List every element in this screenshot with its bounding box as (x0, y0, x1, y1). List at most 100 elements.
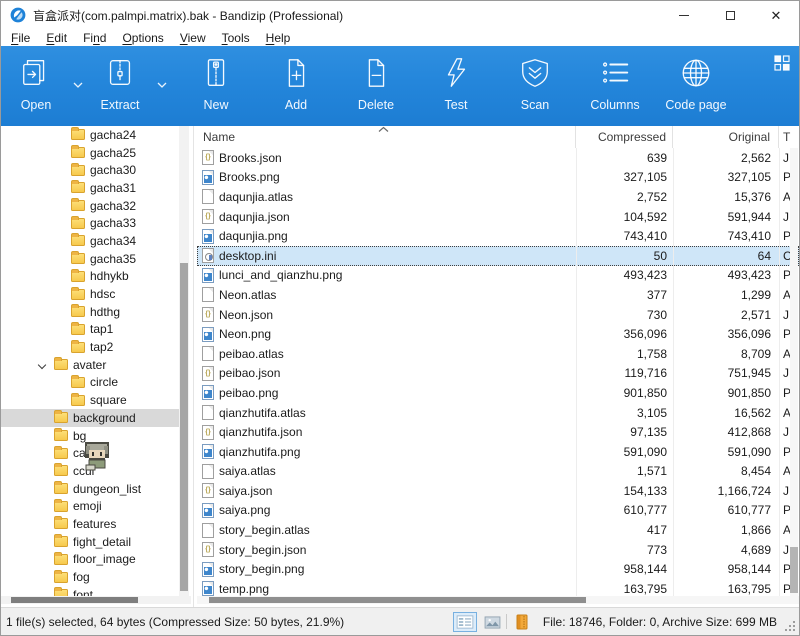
file-row-neon-png[interactable]: Neon.png356,096356,096P (197, 324, 799, 344)
menu-tools[interactable]: Tools (214, 31, 258, 45)
tree-item-dungeon-list[interactable]: dungeon_list (1, 480, 179, 498)
menu-options[interactable]: Options (114, 31, 171, 45)
toolbar-code-page-button[interactable]: Code page (651, 56, 741, 112)
sidebar-vertical-scrollbar[interactable] (179, 126, 189, 597)
file-list-horizontal-scrollbar-thumb[interactable] (209, 597, 586, 603)
sidebar-horizontal-scrollbar[interactable] (1, 596, 191, 604)
tree-item-gacha24[interactable]: gacha24 (1, 126, 179, 144)
file-row-qianzhutifa-png[interactable]: qianzhutifa.png591,090591,090P (197, 442, 799, 462)
pane-splitter[interactable] (193, 126, 194, 607)
file-row-peibao-json[interactable]: peibao.json119,716751,945J (197, 364, 799, 384)
file-row-qianzhutifa-json[interactable]: qianzhutifa.json97,135412,868J (197, 422, 799, 442)
file-row-saiya-atlas[interactable]: saiya.atlas1,5718,454A (197, 462, 799, 482)
file-row-story-begin-atlas[interactable]: story_begin.atlas4171,866A (197, 520, 799, 540)
tree-item-features[interactable]: features (1, 515, 179, 533)
tree-item-gacha25[interactable]: gacha25 (1, 144, 179, 162)
tree-item-gacha33[interactable]: gacha33 (1, 214, 179, 232)
sidebar-vertical-scrollbar-thumb[interactable] (180, 263, 188, 591)
menu-file[interactable]: File (3, 31, 38, 45)
file-row-saiya-json[interactable]: saiya.json154,1331,166,724J (197, 481, 799, 501)
column-header-compressed[interactable]: Compressed (576, 126, 673, 148)
tree-item-hdhykb[interactable]: hdhykb (1, 268, 179, 286)
tree-item-gacha32[interactable]: gacha32 (1, 197, 179, 215)
toolbar-new-button[interactable]: New (185, 56, 247, 112)
file-row-qianzhutifa-atlas[interactable]: qianzhutifa.atlas3,10516,562A (197, 403, 799, 423)
tree-item-avater[interactable]: avater (1, 356, 179, 374)
png-file-icon (202, 581, 214, 596)
json-file-icon (202, 209, 214, 224)
file-row-saiya-png[interactable]: saiya.png610,777610,777P (197, 501, 799, 521)
folder-icon (54, 412, 68, 423)
file-row-neon-atlas[interactable]: Neon.atlas3771,299A (197, 285, 799, 305)
tree-item-hdthg[interactable]: hdthg (1, 303, 179, 321)
toolbar-columns-button[interactable]: Columns (584, 56, 646, 112)
tree-item-emoji[interactable]: emoji (1, 497, 179, 515)
menu-edit[interactable]: Edit (38, 31, 75, 45)
open-dropdown-chevron-icon[interactable] (67, 82, 89, 88)
png-file-icon (202, 170, 214, 185)
tree-item-fight-detail[interactable]: fight_detail (1, 533, 179, 551)
toolbar-open-button[interactable]: Open (5, 56, 67, 112)
menu-view[interactable]: View (172, 31, 214, 45)
folder-icon (71, 377, 85, 388)
png-file-icon (202, 385, 214, 400)
file-row-story-begin-json[interactable]: story_begin.json7734,689J (197, 540, 799, 560)
tree-item-gacha30[interactable]: gacha30 (1, 161, 179, 179)
file-row-lunci-and-qianzhu-png[interactable]: lunci_and_qianzhu.png493,423493,423P (197, 266, 799, 286)
folder-icon (54, 359, 68, 370)
chevron-up-icon[interactable] (375, 126, 391, 138)
file-list: Name Compressed Original T Brooks.json63… (197, 126, 799, 607)
sidebar-horizontal-scrollbar-thumb[interactable] (11, 597, 138, 603)
tree-item-hdsc[interactable]: hdsc (1, 285, 179, 303)
toolbar-delete-button[interactable]: Delete (345, 56, 407, 112)
menu-help[interactable]: Help (258, 31, 299, 45)
file-row-desktop-ini[interactable]: desktop.ini5064C (197, 246, 799, 266)
archive-folder-icon[interactable] (512, 612, 532, 632)
tree-item-gacha35[interactable]: gacha35 (1, 250, 179, 268)
toolbar-layout-toggle-icon[interactable] (773, 54, 791, 72)
file-row-neon-json[interactable]: Neon.json7302,571J (197, 305, 799, 325)
tree-item-tap1[interactable]: tap1 (1, 321, 179, 339)
file-row-peibao-png[interactable]: peibao.png901,850901,850P (197, 383, 799, 403)
tree-item-fog[interactable]: fog (1, 568, 179, 586)
folder-name: features (73, 517, 116, 531)
file-list-horizontal-scrollbar[interactable] (197, 596, 799, 604)
toolbar-extract-button[interactable]: Extract (89, 56, 151, 112)
tree-item-gacha31[interactable]: gacha31 (1, 179, 179, 197)
file-name: qianzhutifa.json (219, 425, 302, 439)
chevron-expanded-icon[interactable] (38, 361, 46, 369)
column-header-type[interactable]: T (779, 126, 799, 148)
menu-accelerator: O (122, 31, 131, 45)
toolbar-test-button[interactable]: Test (425, 56, 487, 112)
toolbar-add-button[interactable]: Add (265, 56, 327, 112)
tree-item-floor-image[interactable]: floor_image (1, 551, 179, 569)
file-list-vertical-scrollbar[interactable] (790, 148, 798, 596)
tree-item-square[interactable]: square (1, 391, 179, 409)
file-row-story-begin-png[interactable]: story_begin.png958,144958,144P (197, 559, 799, 579)
menu-find[interactable]: Find (75, 31, 114, 45)
details-view-button[interactable] (453, 612, 477, 632)
minimize-button[interactable] (661, 1, 707, 29)
tree-item-circle[interactable]: circle (1, 374, 179, 392)
original-size: 15,376 (673, 190, 779, 204)
toolbar-scan-button[interactable]: Scan (504, 56, 566, 112)
file-row-daqunjia-json[interactable]: daqunjia.json104,592591,944J (197, 207, 799, 227)
file-row-brooks-json[interactable]: Brooks.json6392,562J (197, 148, 799, 168)
file-list-vertical-scrollbar-thumb[interactable] (790, 547, 798, 593)
original-size: 493,423 (673, 268, 779, 282)
file-row-daqunjia-atlas[interactable]: daqunjia.atlas2,75215,376A (197, 187, 799, 207)
extract-dropdown-chevron-icon[interactable] (151, 82, 173, 88)
resize-grip[interactable] (785, 621, 795, 631)
png-file-icon (202, 327, 214, 342)
tree-item-gacha34[interactable]: gacha34 (1, 232, 179, 250)
file-row-daqunjia-png[interactable]: daqunjia.png743,410743,410P (197, 226, 799, 246)
file-row-brooks-png[interactable]: Brooks.png327,105327,105P (197, 168, 799, 188)
tree-item-background[interactable]: background (1, 409, 179, 427)
tree-item-tap2[interactable]: tap2 (1, 338, 179, 356)
column-header-original[interactable]: Original (673, 126, 779, 148)
file-row-peibao-atlas[interactable]: peibao.atlas1,7588,709A (197, 344, 799, 364)
maximize-button[interactable] (707, 1, 753, 29)
file-name-cell: temp.png (197, 581, 576, 596)
thumbnail-view-button[interactable] (481, 612, 503, 632)
close-button[interactable]: ✕ (753, 1, 799, 29)
